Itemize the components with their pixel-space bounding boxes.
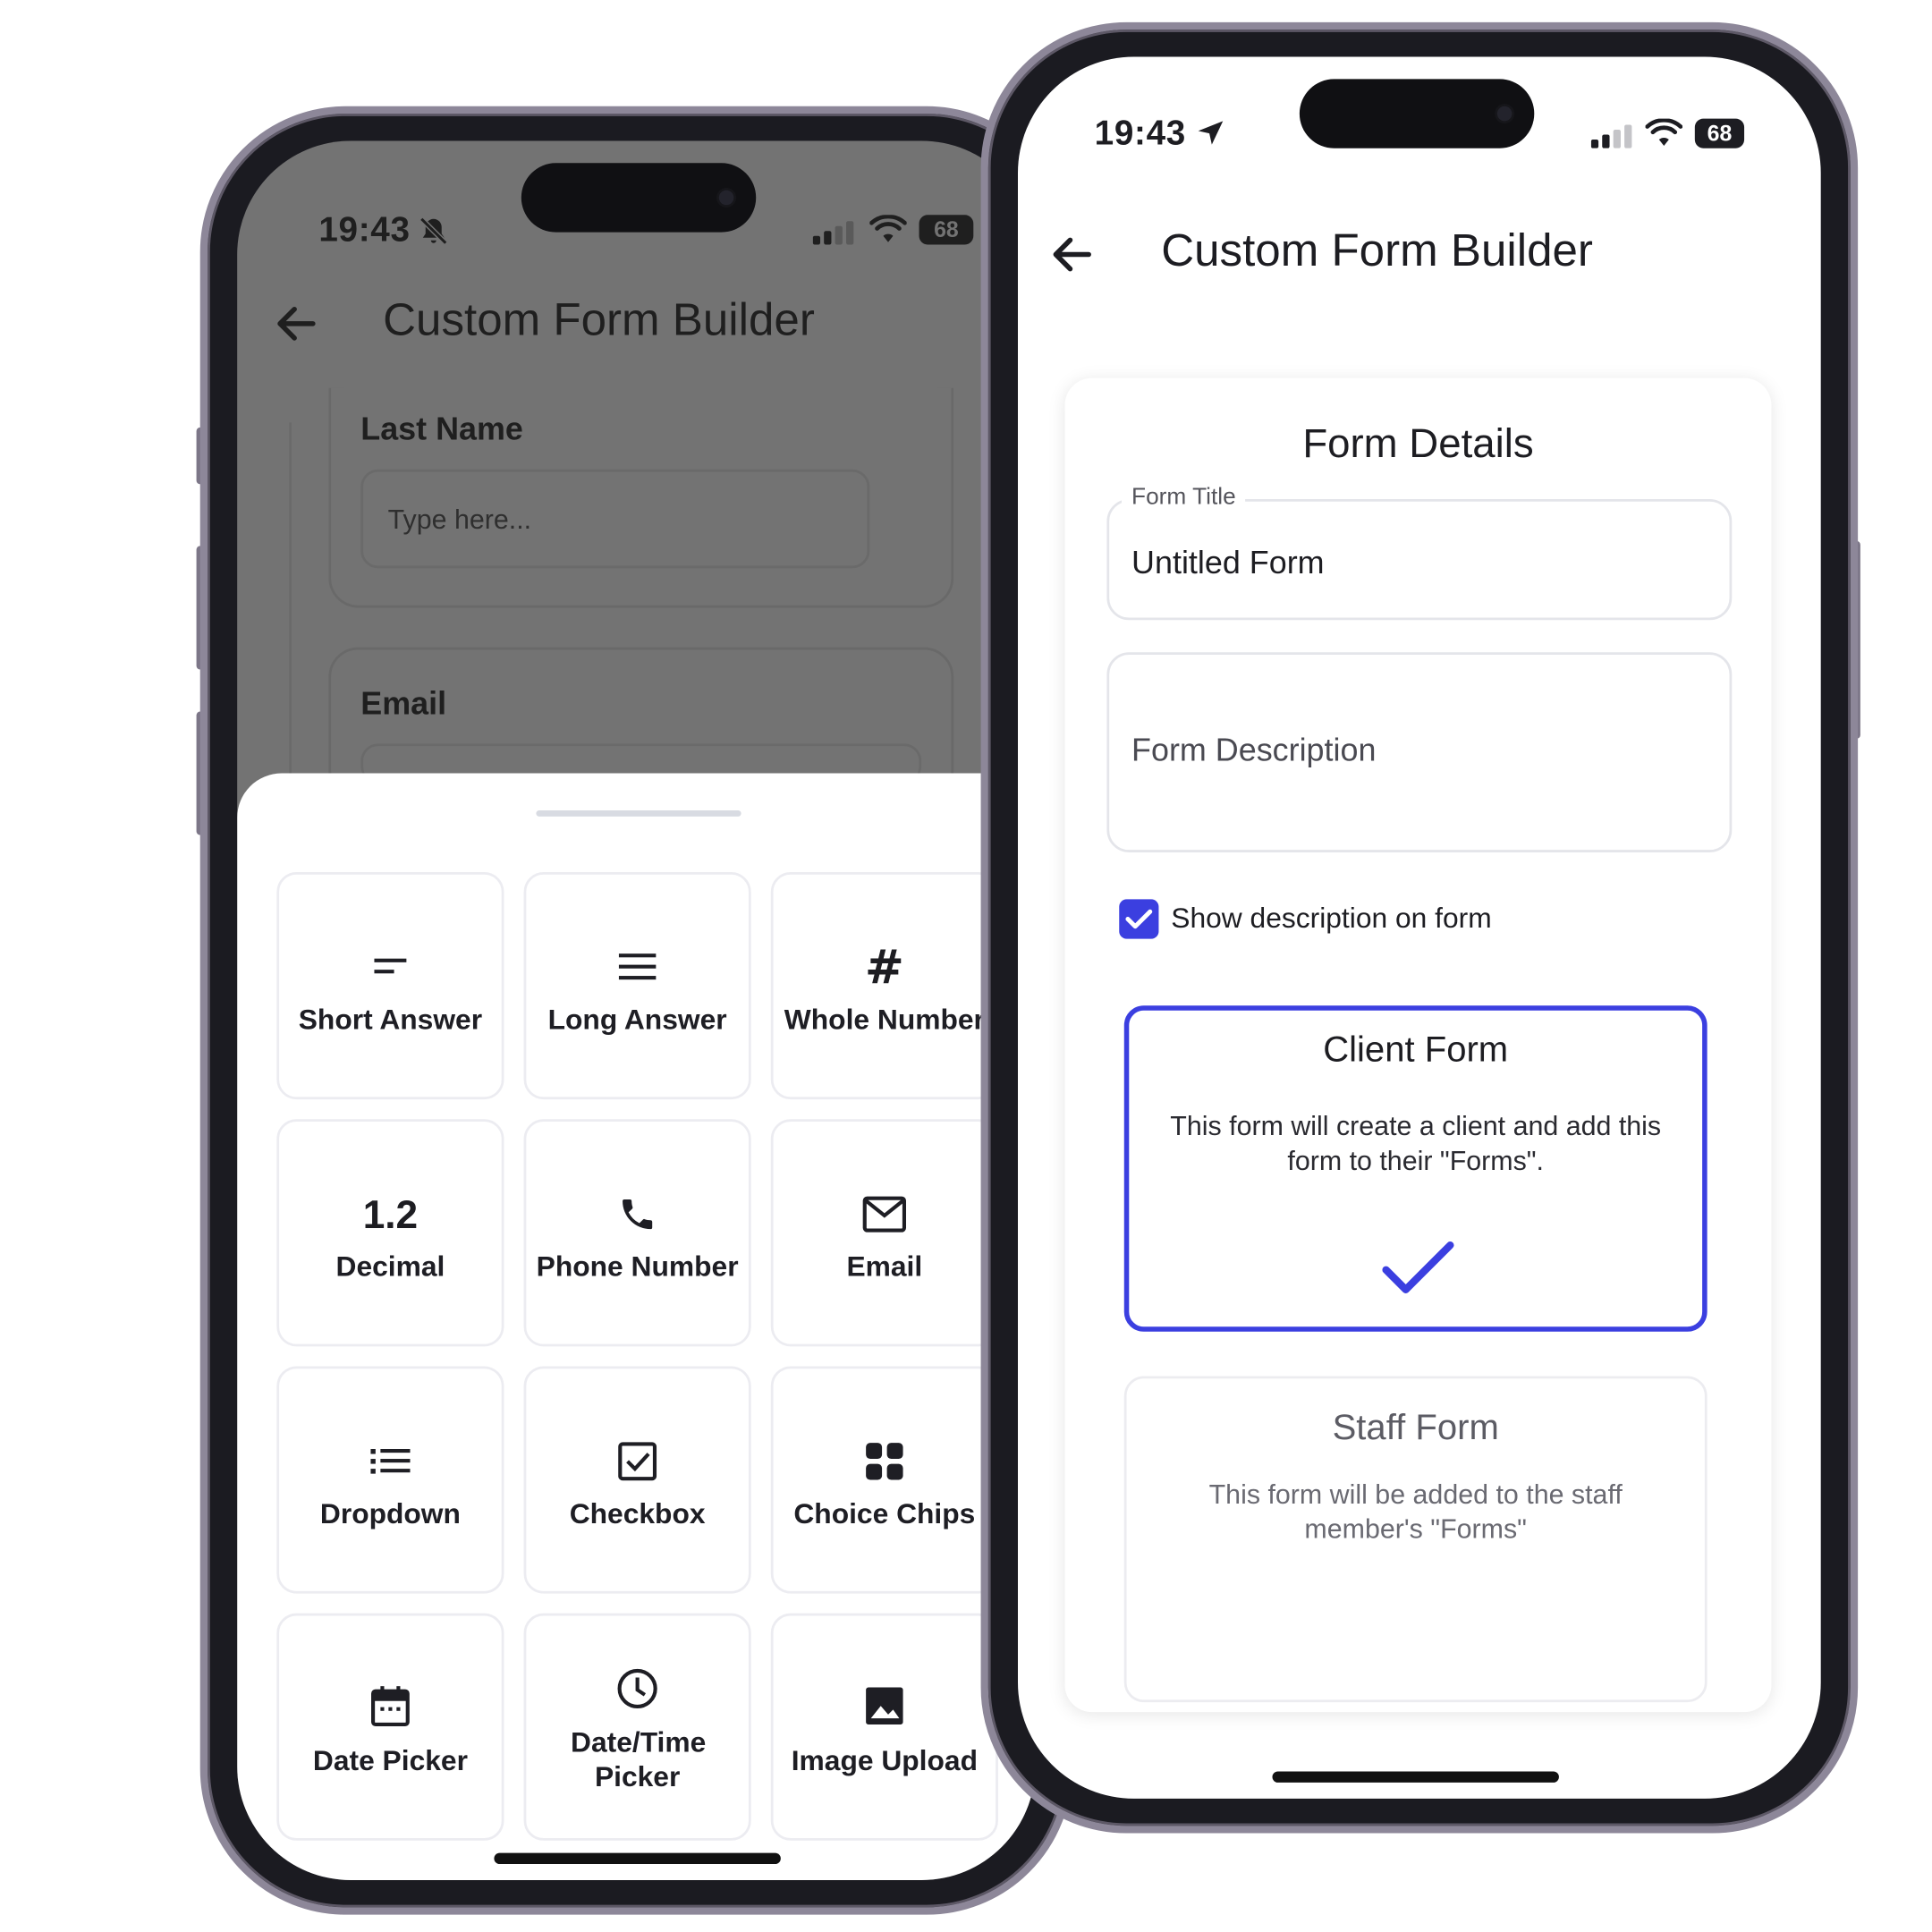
calendar-icon [371, 1686, 410, 1727]
page-title: Custom Form Builder [1161, 225, 1593, 275]
field-type-phone-number[interactable]: Phone Number [523, 1119, 751, 1347]
form-description-placeholder: Form Description [1131, 731, 1377, 769]
list-edge [289, 422, 292, 781]
checkbox-icon [618, 1442, 657, 1481]
long-text-icon [618, 953, 657, 980]
clock-icon [617, 1668, 657, 1709]
screen: 19:43 68 Custom Form Builder Form Detail… [1018, 56, 1821, 1799]
field-type-date-picker[interactable]: Date Picker [276, 1613, 504, 1841]
card-title: Form Details [1302, 419, 1534, 466]
battery-indicator: 68 [1694, 118, 1745, 148]
battery-indicator: 68 [919, 215, 974, 245]
short-text-icon [374, 958, 407, 974]
check-icon [1125, 909, 1153, 929]
list-icon [370, 1448, 411, 1474]
status-time: 19:43 [318, 209, 411, 249]
field-type-datetime-picker[interactable]: Date/Time Picker [523, 1613, 751, 1841]
dynamic-island [1299, 79, 1535, 148]
page-title: Custom Form Builder [383, 293, 815, 345]
left-phone: 19:43 68 Custom Form Builder Last Name T [196, 106, 1072, 1915]
screen: 19:43 68 Custom Form Builder Last Name T [237, 140, 1036, 1880]
field-type-long-answer[interactable]: Long Answer [523, 872, 751, 1100]
image-icon [866, 1687, 903, 1724]
phone-icon [623, 1199, 653, 1230]
field-label-email: Email [360, 684, 447, 722]
client-form-option[interactable]: Client Form This form will create a clie… [1123, 1005, 1707, 1332]
field-label-last-name: Last Name [360, 410, 523, 447]
form-title-value: Untitled Form [1131, 543, 1325, 581]
camera-icon [1496, 106, 1513, 122]
show-description-checkbox[interactable] [1119, 899, 1159, 939]
bell-slash-icon [419, 216, 448, 245]
option-title: Staff Form [1332, 1408, 1499, 1448]
sheet-grabber[interactable] [536, 809, 741, 817]
form-description-field[interactable]: Form Description [1106, 652, 1733, 852]
selected-check-icon [1382, 1241, 1454, 1293]
status-time: 19:43 [1094, 114, 1186, 152]
field-type-choice-chips[interactable]: Choice Chips [770, 1366, 998, 1594]
option-description: This form will be added to the staff mem… [1208, 1479, 1623, 1545]
form-title-field[interactable]: Form Title Untitled Form [1106, 484, 1733, 621]
field-type-short-answer[interactable]: Short Answer [276, 872, 504, 1100]
right-phone: 19:43 68 Custom Form Builder Form Detail… [980, 21, 1860, 1834]
form-title-label: Form Title [1122, 484, 1246, 512]
location-arrow-icon [1198, 121, 1224, 145]
field-type-decimal[interactable]: 1.2 Decimal [276, 1119, 504, 1347]
signal-icon [1590, 124, 1632, 148]
last-name-input[interactable]: Type here... [360, 469, 870, 569]
staff-form-option[interactable]: Staff Form This form will be added to th… [1123, 1376, 1707, 1703]
form-details-card: Form Details Form Title Untitled Form Fo… [1064, 377, 1772, 1713]
field-type-email[interactable]: Email [770, 1119, 998, 1347]
field-type-sheet: Short Answer Long Answer # Whole Number … [237, 773, 1036, 1880]
field-type-image-upload[interactable]: Image Upload [770, 1613, 998, 1841]
field-type-checkbox[interactable]: Checkbox [523, 1366, 751, 1594]
hash-icon: # [864, 939, 904, 995]
back-arrow-icon[interactable] [1047, 230, 1097, 279]
option-title: Client Form [1323, 1030, 1509, 1071]
grid-icon [866, 1443, 903, 1480]
wifi-icon [869, 215, 907, 242]
show-description-label: Show description on form [1171, 902, 1492, 935]
mail-icon [862, 1196, 907, 1233]
back-arrow-icon[interactable] [272, 299, 321, 348]
home-indicator [494, 1852, 781, 1865]
field-type-dropdown[interactable]: Dropdown [276, 1366, 504, 1594]
signal-icon [812, 221, 854, 245]
dynamic-island [521, 163, 757, 233]
wifi-icon [1645, 118, 1683, 146]
decimal-icon: 1.2 [362, 1191, 419, 1236]
option-description: This form will create a client and add t… [1170, 1110, 1662, 1176]
home-indicator [1272, 1771, 1559, 1783]
field-type-whole-number[interactable]: # Whole Number [770, 872, 998, 1100]
camera-icon [718, 190, 734, 206]
